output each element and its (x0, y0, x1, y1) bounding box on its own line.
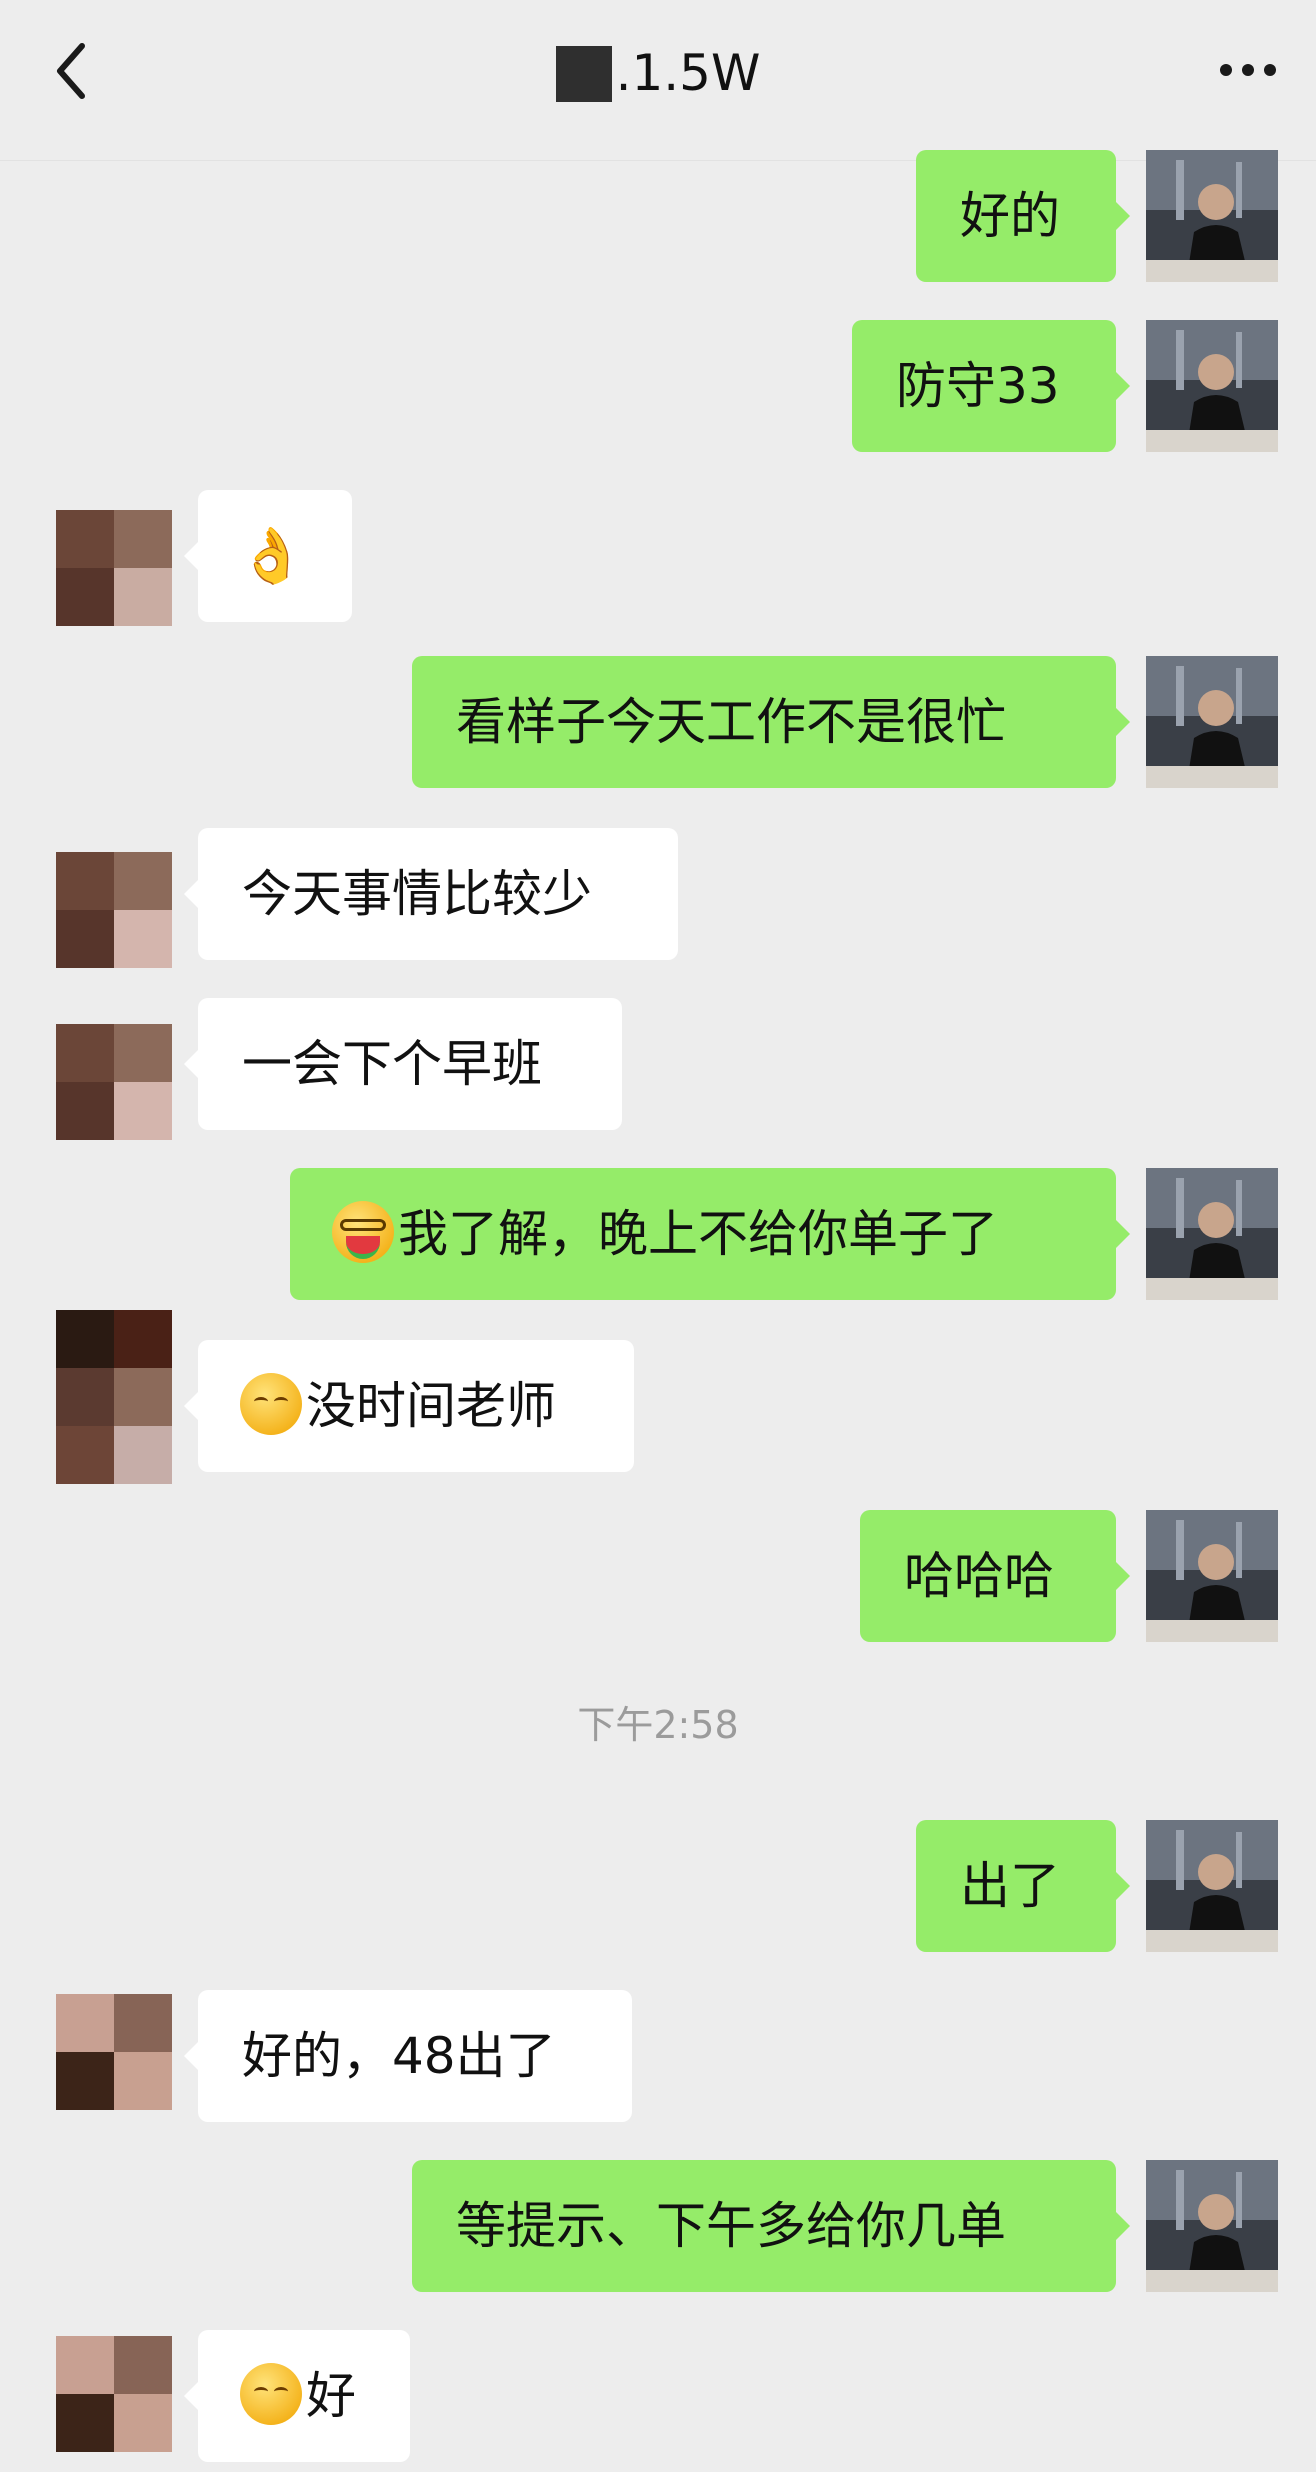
message-bubble-self[interactable]: 好的 (916, 150, 1130, 282)
message-bubble-other[interactable]: 好的，48出了 (184, 1990, 632, 2122)
message-bubble-other[interactable]: 一会下个早班 (184, 998, 622, 1130)
other-avatar[interactable] (56, 1994, 172, 2110)
message-bubble-other[interactable]: 好 (184, 2330, 410, 2462)
more-button[interactable] (1208, 40, 1288, 100)
message-bubble-self[interactable]: 看样子今天工作不是很忙 (412, 656, 1130, 788)
message-text: 好 (306, 2367, 356, 2425)
message-bubble-self[interactable]: 等提示、下午多给你几单 (412, 2160, 1130, 2292)
other-avatar[interactable] (56, 852, 172, 968)
self-avatar[interactable] (1146, 320, 1278, 452)
message-bubble-self[interactable]: 我了解，晚上不给你单子了 (290, 1168, 1130, 1300)
message-text: 等提示、下午多给你几单 (456, 2197, 1006, 2255)
self-avatar[interactable] (1146, 656, 1278, 788)
message-text: 好的 (960, 187, 1060, 245)
message-bubble-self[interactable]: 出了 (916, 1820, 1130, 1952)
chat-title: .1.5W (615, 44, 761, 102)
message-bubble-other[interactable]: 今天事情比较少 (184, 828, 678, 960)
message-text: 出了 (960, 1857, 1060, 1915)
self-avatar[interactable] (1146, 1510, 1278, 1642)
message-bubble-self[interactable]: 防守33 (852, 320, 1130, 452)
message-text: 我了解，晚上不给你单子了 (398, 1205, 998, 1263)
message-bubble-other[interactable]: 没时间老师 (184, 1340, 634, 1472)
message-text: 防守33 (896, 357, 1060, 415)
message-bubble-self[interactable]: 哈哈哈 (860, 1510, 1130, 1642)
self-avatar[interactable] (1146, 1820, 1278, 1952)
ok-hand-icon: 👌 (238, 524, 306, 587)
message-bubble-other[interactable]: 👌 (184, 490, 352, 622)
message-text: 看样子今天工作不是很忙 (456, 693, 1006, 751)
message-text: 好的，48出了 (242, 2027, 556, 2085)
message-text: 没时间老师 (306, 1377, 556, 1435)
self-avatar[interactable] (1146, 150, 1278, 282)
message-text: 今天事情比较少 (242, 865, 592, 923)
other-avatar[interactable] (56, 2336, 172, 2452)
shy-face-icon (240, 2363, 302, 2425)
more-dots-icon (1220, 64, 1276, 76)
message-text: 一会下个早班 (242, 1035, 542, 1093)
other-avatar[interactable] (56, 1024, 172, 1140)
other-avatar[interactable] (56, 510, 172, 626)
shy-face-icon (240, 1373, 302, 1435)
redacted-name-block (555, 46, 612, 102)
watermelon-face-icon (332, 1201, 394, 1263)
chat-header: .1.5W (0, 0, 1316, 161)
other-avatar[interactable] (56, 1310, 172, 1484)
message-text: 哈哈哈 (904, 1547, 1054, 1605)
self-avatar[interactable] (1146, 1168, 1278, 1300)
self-avatar[interactable] (1146, 2160, 1278, 2292)
chat-title-wrap: .1.5W (0, 38, 1316, 108)
timestamp: 下午2:58 (577, 1703, 739, 1747)
